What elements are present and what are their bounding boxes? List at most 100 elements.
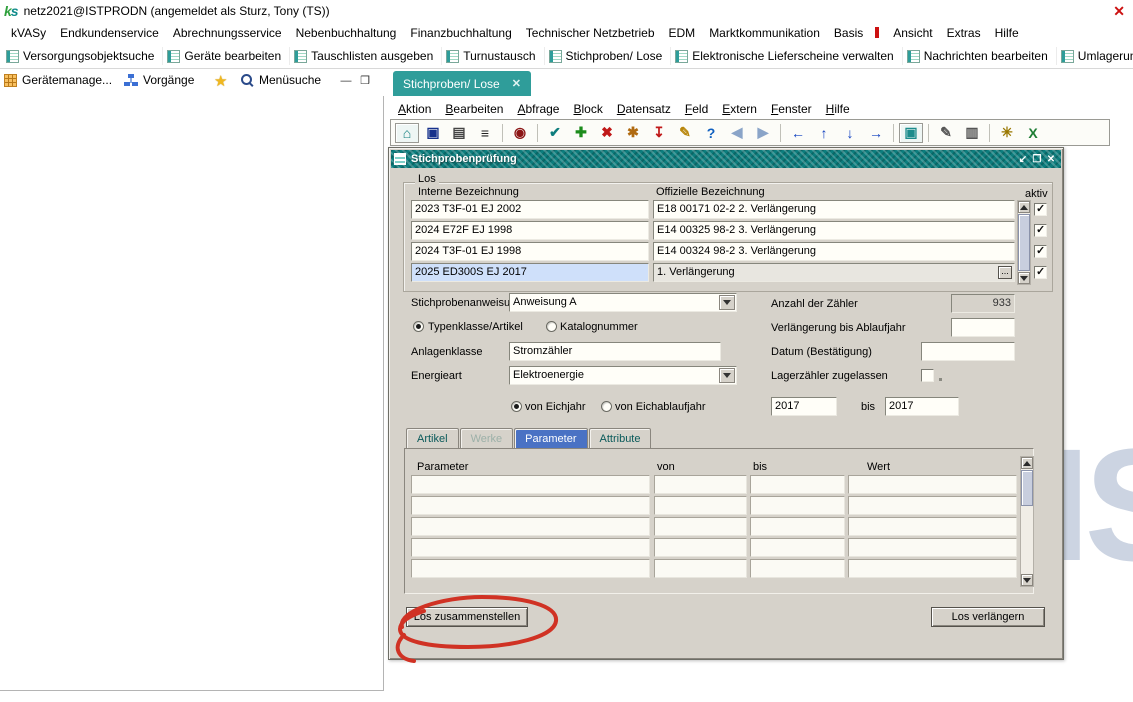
scroll-up-icon[interactable] — [1021, 457, 1033, 469]
tab-stichproben-lose[interactable]: Stichproben/ Lose ✕ — [393, 71, 531, 96]
quicklaunch-item[interactable]: Geräte bearbeiten — [163, 47, 290, 65]
prev-block-icon[interactable]: ◀ — [725, 123, 749, 143]
forms-menu-item[interactable]: Bearbeiten — [438, 100, 510, 118]
aktiv-checkbox[interactable] — [1034, 266, 1047, 279]
chevron-down-icon[interactable] — [719, 295, 735, 310]
quicklaunch-item[interactable]: Tauschlisten ausgeben — [290, 47, 442, 65]
delete-record-icon[interactable]: ✖ — [595, 123, 619, 143]
count-query-icon[interactable]: ✱ — [621, 123, 645, 143]
dialog-tab[interactable]: Werke — [460, 428, 514, 448]
quicklaunch-item[interactable]: Turnustausch — [442, 47, 544, 65]
save-icon[interactable]: ▣ — [421, 123, 445, 143]
lagerzaehler-checkbox[interactable] — [921, 369, 934, 382]
help-icon[interactable]: ? — [699, 123, 723, 143]
los-row[interactable]: 2025 ED300S EJ 2017 1. Verlängerung ... — [411, 263, 1051, 284]
window-close-icon[interactable]: ✕ — [1113, 3, 1125, 20]
menu-item[interactable]: Basis — [827, 23, 886, 43]
menu-item[interactable]: Endkundenservice — [53, 23, 166, 43]
wert-cell[interactable] — [848, 538, 1017, 557]
mdi-restore-button[interactable]: ❒ — [357, 74, 373, 90]
los-row[interactable]: 2023 T3F-01 EJ 2002 E18 00171 02-2 2. Ve… — [411, 200, 1051, 221]
tab-close-icon[interactable]: ✕ — [512, 77, 521, 90]
menu-item[interactable]: EDM — [662, 23, 703, 43]
aktiv-checkbox[interactable] — [1034, 203, 1047, 216]
insert-record-icon[interactable]: ↧ — [647, 123, 671, 143]
menu-item[interactable]: Nebenbuchhaltung — [289, 23, 404, 43]
wert-cell[interactable] — [848, 496, 1017, 515]
los-row[interactable]: 2024 T3F-01 EJ 1998 E14 00324 98-2 3. Ve… — [411, 242, 1051, 263]
mdi-minimize-button[interactable]: — — [338, 74, 354, 90]
menu-item[interactable]: kVASy — [4, 23, 53, 43]
window-icon[interactable]: ▣ — [899, 123, 923, 143]
nav-right-icon[interactable]: → — [864, 123, 888, 143]
menu-item[interactable]: Technischer Netzbetrieb — [519, 23, 662, 43]
forms-menu-item[interactable]: Block — [566, 100, 609, 118]
next-block-icon[interactable]: ▶ — [751, 123, 775, 143]
los-verlaengern-button[interactable]: Los verlängern — [931, 607, 1045, 627]
print-icon[interactable]: ▤ — [447, 123, 471, 143]
typenklasse-radio-label[interactable]: Typenklasse/Artikel — [428, 321, 523, 333]
forms-menu-item[interactable]: Abfrage — [510, 100, 566, 118]
ellipsis-button[interactable]: ... — [998, 266, 1012, 279]
von-cell[interactable] — [654, 538, 747, 557]
quicklaunch-item[interactable]: Umlagerung — [1057, 47, 1133, 65]
menu-item[interactable]: Hilfe — [988, 23, 1026, 43]
forms-menu-item[interactable]: Aktion — [391, 100, 438, 118]
close-button[interactable]: ✕ — [1044, 153, 1058, 166]
los-zusammenstellen-button[interactable]: Los zusammenstellen — [406, 607, 528, 627]
von-cell[interactable] — [654, 517, 747, 536]
quicklaunch-item[interactable]: Elektronische Lieferscheine verwalten — [671, 47, 902, 65]
chevron-down-icon[interactable] — [719, 368, 735, 383]
menu-item[interactable]: Extras — [940, 23, 988, 43]
verlaengerung-field[interactable] — [951, 318, 1015, 337]
offizielle-bezeichnung-field[interactable]: E14 00325 98-2 3. Verlängerung — [653, 221, 1015, 240]
parameter-cell[interactable] — [411, 517, 650, 536]
edit-icon[interactable]: ✎ — [934, 123, 958, 143]
minimize-button[interactable]: ↙ — [1016, 153, 1030, 166]
wert-cell[interactable] — [848, 559, 1017, 578]
katalognummer-radio[interactable] — [546, 321, 557, 332]
report-icon[interactable]: ≡ — [473, 123, 497, 143]
menu-item[interactable]: Marktkommunikation — [702, 23, 827, 43]
quicklaunch-item[interactable]: Versorgungsobjektsuche — [2, 47, 163, 65]
nav-down-icon[interactable]: ↓ — [838, 123, 862, 143]
eichjahr-bis-field[interactable]: 2017 — [885, 397, 959, 416]
interne-bezeichnung-field[interactable]: 2024 E72F EJ 1998 — [411, 221, 649, 240]
parameter-cell[interactable] — [411, 538, 650, 557]
forms-menu-item[interactable]: Fenster — [764, 100, 819, 118]
exit-icon[interactable]: ⌂ — [395, 123, 419, 143]
menu-item[interactable]: Finanzbuchhaltung — [403, 23, 518, 43]
dialog-tab[interactable]: Parameter — [514, 428, 587, 448]
bis-cell[interactable] — [750, 538, 845, 557]
energieart-select[interactable]: Elektroenergie — [509, 366, 737, 385]
bis-cell[interactable] — [750, 517, 845, 536]
datum-field[interactable] — [921, 342, 1015, 361]
von-eichjahr-radio-label[interactable]: von Eichjahr — [525, 401, 586, 413]
forms-menu-item[interactable]: Extern — [715, 100, 764, 118]
von-cell[interactable] — [654, 496, 747, 515]
excel-icon[interactable]: X — [1021, 123, 1045, 143]
interne-bezeichnung-field[interactable]: 2023 T3F-01 EJ 2002 — [411, 200, 649, 219]
favorites-star-icon[interactable]: ★ — [214, 72, 227, 90]
bis-cell[interactable] — [750, 475, 845, 494]
katalognummer-radio-label[interactable]: Katalognummer — [560, 321, 638, 333]
parameter-scrollbar[interactable] — [1020, 456, 1034, 587]
search-icon[interactable]: ◉ — [508, 123, 532, 143]
aktiv-checkbox[interactable] — [1034, 245, 1047, 258]
enter-query-icon[interactable]: ✔ — [543, 123, 567, 143]
quicklaunch-item[interactable]: Nachrichten bearbeiten — [903, 47, 1057, 65]
dialog-tab[interactable]: Attribute — [589, 428, 652, 448]
bis-cell[interactable] — [750, 496, 845, 515]
menu-item[interactable]: Abrechnungsservice — [166, 23, 289, 43]
nav-up-icon[interactable]: ↑ — [812, 123, 836, 143]
wert-cell[interactable] — [848, 475, 1017, 494]
offizielle-bezeichnung-field[interactable]: E14 00324 98-2 3. Verlängerung — [653, 242, 1015, 261]
dialog-titlebar[interactable]: Stichprobenprüfung ↙ ❒ ✕ — [391, 150, 1061, 168]
vorgaenge-button[interactable]: Vorgänge — [124, 73, 194, 87]
von-cell[interactable] — [654, 559, 747, 578]
eichjahr-von-field[interactable]: 2017 — [771, 397, 837, 416]
forms-menu-item[interactable]: Hilfe — [819, 100, 857, 118]
menu-item[interactable]: Ansicht — [886, 23, 939, 43]
interne-bezeichnung-field[interactable]: 2025 ED300S EJ 2017 — [411, 263, 649, 282]
aktiv-checkbox[interactable] — [1034, 224, 1047, 237]
